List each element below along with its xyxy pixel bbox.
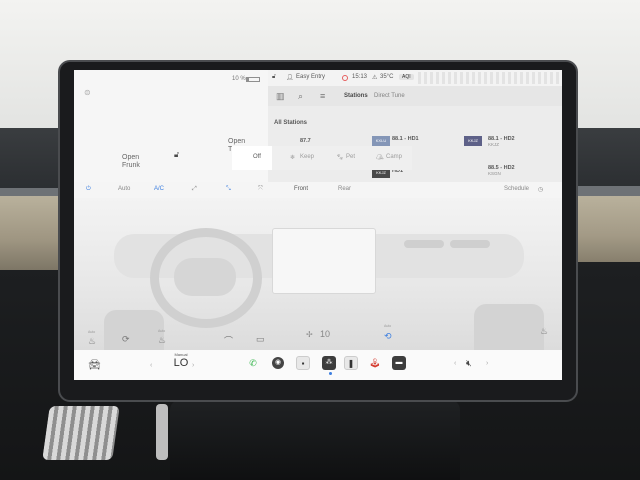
- rear-defrost-button[interactable]: Rear: [338, 186, 351, 192]
- brake-pedal: [42, 406, 120, 460]
- touchscreen: 10 % ⊜ Open Frunk 🔓︎ Open Tr 🔓︎ 👤︎ Easy …: [74, 70, 562, 380]
- seat-heat-auto-label: Auto: [88, 330, 96, 334]
- camera-icon[interactable]: ◉: [272, 357, 284, 369]
- schedule-button[interactable]: Schedule: [504, 186, 529, 192]
- frunk-label: Frunk: [122, 162, 140, 169]
- car-icon[interactable]: 🚘︎: [88, 360, 101, 371]
- filter-icon[interactable]: ≡: [320, 91, 325, 101]
- mode-keep-button[interactable]: Keep: [300, 154, 314, 160]
- cabin-center-screen: [272, 228, 376, 294]
- outside-temperature: 35°C: [380, 74, 394, 80]
- driver-profile[interactable]: Easy Entry: [296, 74, 325, 80]
- status-bar-glare: [418, 72, 562, 84]
- calendar-icon[interactable]: ▪: [296, 356, 310, 370]
- dash-strip-right: [574, 186, 640, 196]
- arcade-icon[interactable]: 🕹︎: [368, 356, 382, 370]
- fan-speed[interactable]: 10: [320, 329, 330, 339]
- seat-heat-auto-label: Auto: [384, 324, 392, 328]
- air-vent[interactable]: [450, 240, 490, 248]
- center-console: [170, 400, 460, 480]
- tab-stations[interactable]: Stations: [344, 93, 368, 99]
- seat-heater-icon[interactable]: ♨: [158, 335, 166, 346]
- dash-strip-left: [0, 188, 62, 196]
- media-header: ▥ ⌕ ≡ Stations Direct Tune: [268, 86, 562, 106]
- trunk-open-label: Open: [228, 138, 246, 145]
- temp-up-chevron-icon[interactable]: ›: [192, 362, 194, 369]
- status-bar: 🔓︎ 👤︎ Easy Entry 15:13 ⚠︎ 35°C AQI: [268, 70, 562, 86]
- passenger-seat: [474, 304, 544, 350]
- front-defrost-button[interactable]: Front: [294, 186, 308, 192]
- station-item[interactable]: 88.5 - HD2 KSGN: [488, 165, 515, 176]
- station-item[interactable]: 88.1 - HD1: [392, 136, 419, 142]
- seat-heater-icon[interactable]: ♨: [88, 336, 96, 347]
- seat-heat-auto-label: Auto: [158, 329, 166, 333]
- station-callsign: KKJZ: [488, 142, 500, 147]
- passenger-seat-heater-icon[interactable]: ♨: [540, 326, 548, 337]
- media-icon[interactable]: ▬: [392, 356, 406, 370]
- recirculation-icon[interactable]: ⟲: [384, 331, 392, 342]
- mode-camp-icon: ⛺︎: [376, 155, 384, 161]
- battery-icon: [246, 77, 260, 82]
- station-frequency: 87.7: [300, 138, 311, 144]
- wiper-icon[interactable]: ⌒: [224, 334, 233, 347]
- station-frequency: 88.1 - HD1: [392, 136, 419, 142]
- lock-icon[interactable]: 🔓︎: [174, 150, 179, 160]
- airflow-face-icon[interactable]: ⤢: [192, 186, 197, 193]
- volume-down-chevron-icon[interactable]: ‹: [454, 360, 456, 367]
- climate-control-bar: ⏻ Auto A/C ⤢ ⤡ ⤧ Front Rear Schedule ◷: [74, 182, 562, 198]
- station-logo: KKJZ: [464, 136, 482, 146]
- all-stations-title: All Stations: [274, 120, 308, 126]
- mode-keep-icon: ❄︎: [290, 155, 296, 161]
- battery-percent: 10 %: [232, 76, 246, 82]
- ac-button[interactable]: A/C: [154, 186, 164, 192]
- bottom-dock: 🚘︎ ‹ Manual LO › ✆ ◉ ▪ ⁂ ❚ 🕹︎ ▬ ‹ 🔇︎ ›: [74, 350, 562, 380]
- mode-off-button[interactable]: Off: [232, 146, 272, 170]
- mode-camp-button[interactable]: Camp: [386, 154, 402, 160]
- temp-down-chevron-icon[interactable]: ‹: [150, 362, 152, 369]
- mode-pet-button[interactable]: Pet: [346, 154, 355, 160]
- dash-trim-right: [574, 196, 640, 262]
- lock-status-icon: 🔓︎: [272, 74, 276, 80]
- steering-wheel-hub: [174, 258, 236, 296]
- defrost-icon[interactable]: ▭: [256, 334, 265, 345]
- climate-keeper-modes: Off ❄︎ Keep 🐾︎ Pet ⛺︎ Camp: [232, 146, 412, 170]
- profile-icon[interactable]: 👤︎: [286, 74, 294, 81]
- steering-heater-icon[interactable]: ⟳: [122, 334, 130, 345]
- fan-icon[interactable]: ✢: [306, 330, 313, 339]
- aqi-badge: AQI: [399, 74, 414, 80]
- phone-icon[interactable]: ✆: [246, 356, 260, 370]
- air-vent[interactable]: [404, 240, 444, 248]
- auto-button[interactable]: Auto: [118, 186, 130, 192]
- search-icon[interactable]: ⌕: [298, 91, 303, 102]
- headlight-icon[interactable]: ⊜: [84, 88, 96, 97]
- mode-pet-icon: 🐾︎: [336, 155, 344, 161]
- radio-icon[interactable]: ▥: [276, 91, 285, 102]
- accelerator-pedal: [156, 404, 168, 460]
- active-app-indicator: [329, 372, 332, 375]
- open-frunk-button[interactable]: Open Frunk: [122, 154, 140, 170]
- mode-off-label: Off: [253, 154, 261, 160]
- frunk-open-label: Open: [122, 154, 140, 161]
- dash-trim-left: [0, 196, 62, 270]
- power-icon[interactable]: ⏻: [86, 186, 91, 193]
- tab-direct-tune[interactable]: Direct Tune: [374, 93, 405, 99]
- toybox-icon[interactable]: ❚: [344, 356, 358, 370]
- station-logo: KXLU: [372, 136, 390, 146]
- cabin-visualization: Auto ♨ ⟳ Auto ♨ ⌒ ▭ ✢ 10 Auto ⟲ ♨: [74, 198, 562, 350]
- station-callsign: KSGN: [488, 171, 501, 176]
- apps-icon[interactable]: ⁂: [322, 356, 336, 370]
- volume-muted-icon[interactable]: 🔇︎: [466, 358, 472, 369]
- airflow-feet-icon[interactable]: ⤡: [226, 186, 231, 193]
- sentry-icon: ⚠︎: [372, 75, 378, 81]
- station-item[interactable]: 88.1 - HD2 KKJZ: [488, 136, 515, 147]
- driver-seat: [104, 310, 164, 350]
- station-item[interactable]: 87.7: [300, 138, 311, 144]
- clock-icon[interactable]: ◷: [538, 186, 543, 193]
- volume-up-chevron-icon[interactable]: ›: [486, 360, 488, 367]
- dashcam-record-icon[interactable]: [342, 75, 348, 81]
- clock: 15:13: [352, 74, 368, 80]
- airflow-both-icon[interactable]: ⤧: [258, 186, 263, 193]
